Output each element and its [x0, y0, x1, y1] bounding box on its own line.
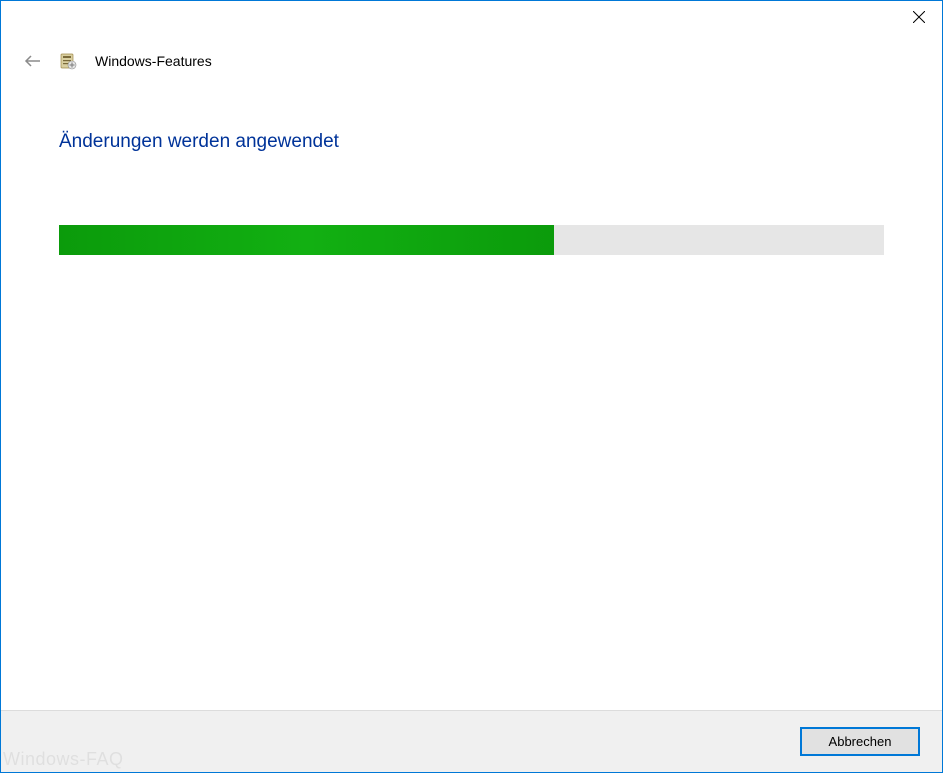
progress-fill [59, 225, 554, 255]
progress-bar [59, 225, 884, 255]
back-arrow-icon [23, 51, 43, 71]
header-row: Windows-Features [1, 45, 942, 77]
main-heading: Änderungen werden angewendet [59, 131, 884, 153]
cancel-button[interactable]: Abbrechen [800, 727, 920, 756]
titlebar [1, 1, 942, 45]
windows-features-icon [59, 52, 77, 70]
footer: Abbrechen [1, 710, 942, 772]
close-icon [913, 11, 925, 23]
back-button [21, 49, 45, 73]
content-area: Änderungen werden angewendet [1, 77, 942, 255]
window-title: Windows-Features [95, 53, 212, 69]
close-button[interactable] [896, 1, 942, 33]
